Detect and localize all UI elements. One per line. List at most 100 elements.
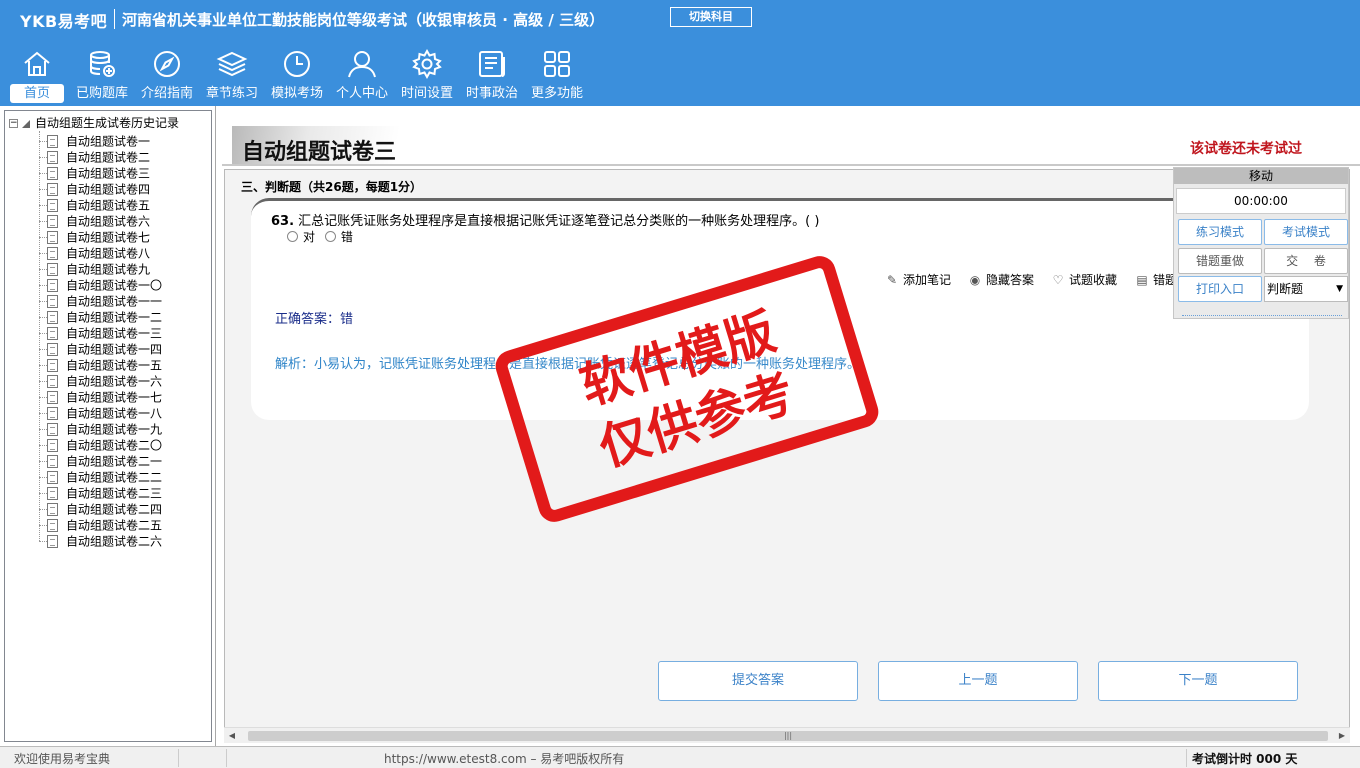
document-icon: [47, 135, 58, 148]
panel-drag-handle[interactable]: 移动: [1174, 168, 1348, 184]
tree-item-label: 自动组题试卷一九: [66, 422, 163, 437]
collapse-icon[interactable]: −: [9, 119, 18, 128]
tree-item[interactable]: 自动组题试卷一九: [39, 421, 162, 437]
home-icon: [24, 51, 50, 76]
tree-item[interactable]: 自动组题试卷二四: [39, 501, 162, 517]
submit-answer-button[interactable]: 提交答案: [658, 661, 858, 701]
scroll-left-icon[interactable]: ◀: [224, 728, 240, 744]
nav-time-settings[interactable]: 时间设置: [396, 48, 458, 106]
hand-in-button[interactable]: 交 卷: [1264, 248, 1348, 274]
exam-mode-button[interactable]: 考试模式: [1264, 219, 1348, 245]
option-false[interactable]: 错: [324, 230, 353, 244]
tree-item[interactable]: 自动组题试卷二三: [39, 485, 162, 501]
document-icon: [47, 247, 58, 260]
tree-item-label: 自动组题试卷五: [66, 198, 151, 213]
nav-more-features[interactable]: 更多功能: [526, 48, 588, 106]
tree-item[interactable]: 自动组题试卷八: [39, 245, 150, 261]
tree-item[interactable]: 自动组题试卷七: [39, 229, 150, 245]
tree-item-label: 自动组题试卷一八: [66, 406, 163, 421]
tree-item-label: 自动组题试卷一: [66, 134, 151, 149]
scrollbar-thumb[interactable]: |||: [248, 731, 1328, 741]
nav-guide[interactable]: 介绍指南: [136, 48, 198, 106]
tree-item[interactable]: 自动组题试卷一三: [39, 325, 162, 341]
tree-connector: [39, 221, 47, 222]
status-divider: [178, 749, 179, 767]
tree-item[interactable]: 自动组题试卷五: [39, 197, 150, 213]
tree-item[interactable]: 自动组题试卷二: [39, 149, 150, 165]
status-copyright: https://www.etest8.com – 易考吧版权所有: [384, 752, 625, 766]
tree-connector: [39, 141, 47, 142]
tree-item[interactable]: 自动组题试卷一: [39, 133, 150, 149]
horizontal-scrollbar[interactable]: ◀ ||| ▶: [224, 727, 1350, 743]
tree-item-label: 自动组题试卷二六: [66, 534, 163, 549]
tree-item[interactable]: 自动组题试卷一二: [39, 309, 162, 325]
hide-answer-button[interactable]: ◉ 隐藏答案: [968, 271, 1034, 288]
tree-item[interactable]: 自动组题试卷二一: [39, 453, 162, 469]
tree-item[interactable]: 自动组题试卷二〇: [39, 437, 162, 453]
tree-item[interactable]: 自动组题试卷一八: [39, 405, 162, 421]
switch-subject-button[interactable]: 切换科目: [670, 7, 752, 27]
nav-personal-center[interactable]: 个人中心: [331, 48, 393, 106]
add-note-label: 添加笔记: [903, 273, 952, 287]
eye-icon: ◉: [969, 273, 981, 287]
nav-more-features-label: 更多功能: [530, 86, 583, 101]
tree-connector: [39, 525, 47, 526]
tree-item[interactable]: 自动组题试卷二二: [39, 469, 162, 485]
tree-item[interactable]: 自动组题试卷二六: [39, 533, 162, 549]
next-question-button[interactable]: 下一题: [1098, 661, 1298, 701]
tree-item[interactable]: 自动组题试卷一一: [39, 293, 162, 309]
tree-item[interactable]: 自动组题试卷一七: [39, 389, 162, 405]
tree-connector: [39, 541, 47, 542]
exam-title: 河南省机关事业单位工勤技能岗位等级考试（收银审核员 · 高级 / 三级）: [122, 11, 605, 29]
question-type-select[interactable]: 判断题 ▼: [1264, 276, 1348, 302]
tree-item[interactable]: 自动组题试卷一六: [39, 373, 162, 389]
nav-purchased-bank[interactable]: 已购题库: [71, 48, 133, 106]
error-report-button[interactable]: ▤ 错题: [1135, 271, 1177, 288]
document-icon: [47, 295, 58, 308]
brand-logo: YKB易考吧: [20, 12, 108, 31]
nav-current-affairs[interactable]: 时事政治: [461, 48, 523, 106]
add-note-button[interactable]: ✎ 添加笔记: [885, 271, 951, 288]
option-true[interactable]: 对: [287, 230, 315, 244]
favorite-button[interactable]: ♡ 试题收藏: [1051, 271, 1117, 288]
tree-connector: [39, 237, 47, 238]
tree-item[interactable]: 自动组题试卷四: [39, 181, 150, 197]
redo-wrong-button[interactable]: 错题重做: [1178, 248, 1262, 274]
tree-item[interactable]: 自动组题试卷三: [39, 165, 150, 181]
paper-title: 自动组题试卷三: [242, 140, 397, 165]
pencil-icon: ✎: [886, 273, 898, 287]
nav-chapter-practice[interactable]: 章节练习: [201, 48, 263, 106]
radio-icon[interactable]: [324, 231, 336, 242]
tree-item-label: 自动组题试卷九: [66, 262, 151, 277]
nav-chapter-practice-label: 章节练习: [205, 86, 258, 101]
history-tree[interactable]: − 自动组题生成试卷历史记录 自动组题试卷一 自动组题试卷二 自动组题试卷三 自动组题试…: [4, 110, 212, 742]
nav-mock-exam[interactable]: 模拟考场: [266, 48, 328, 106]
section-title: 三、判断题（共26题，每题1分）: [241, 180, 423, 194]
tree-item[interactable]: 自动组题试卷一四: [39, 341, 162, 357]
print-button[interactable]: 打印入口: [1178, 276, 1262, 302]
tree-connector: [39, 189, 47, 190]
chevron-down-icon: ▼: [1336, 284, 1343, 294]
tree-item-label: 自动组题试卷二: [66, 150, 151, 165]
report-icon: ▤: [1136, 273, 1148, 287]
tree-item[interactable]: 自动组题试卷九: [39, 261, 150, 277]
tree-item[interactable]: 自动组题试卷二五: [39, 517, 162, 533]
document-icon: [47, 151, 58, 164]
app-header: YKB易考吧 河南省机关事业单位工勤技能岗位等级考试（收银审核员 · 高级 / …: [0, 0, 1360, 106]
option-false-label: 错: [340, 230, 353, 244]
tree-item[interactable]: 自动组题试卷一五: [39, 357, 162, 373]
tree-root[interactable]: − 自动组题生成试卷历史记录: [9, 115, 179, 131]
tree-item[interactable]: 自动组题试卷一〇: [39, 277, 162, 293]
previous-question-button[interactable]: 上一题: [878, 661, 1078, 701]
nav-home[interactable]: 首页: [6, 48, 68, 106]
practice-mode-button[interactable]: 练习模式: [1178, 219, 1262, 245]
tree-item-label: 自动组题试卷七: [66, 230, 151, 245]
tree-item[interactable]: 自动组题试卷六: [39, 213, 150, 229]
tree-connector: [39, 413, 47, 414]
panel-scrollbar[interactable]: [1182, 310, 1342, 316]
scroll-right-icon[interactable]: ▶: [1334, 728, 1350, 744]
radio-icon[interactable]: [287, 231, 298, 242]
document-icon: [47, 311, 58, 324]
document-icon: [47, 503, 58, 516]
tree-connector: [39, 253, 47, 254]
